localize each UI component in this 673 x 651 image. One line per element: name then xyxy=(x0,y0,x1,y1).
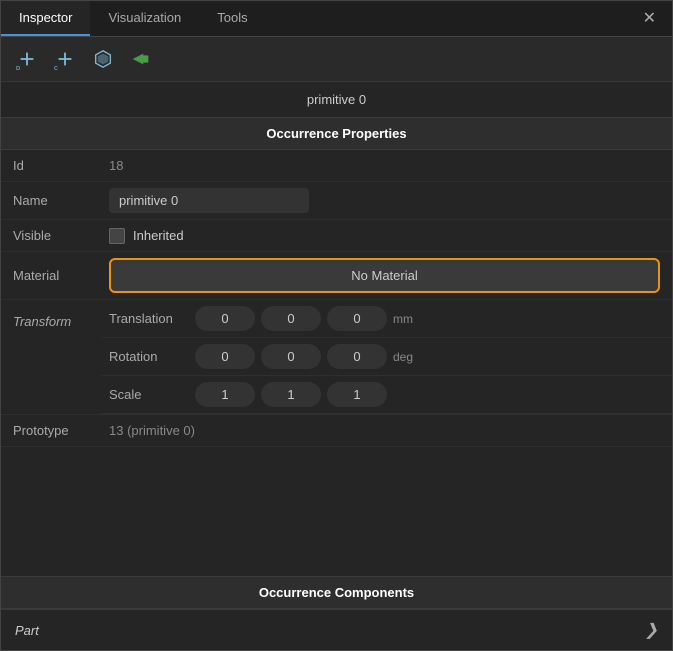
scale-y-input[interactable] xyxy=(261,382,321,407)
visible-checkbox[interactable] xyxy=(109,228,125,244)
rotation-y-input[interactable] xyxy=(261,344,321,369)
translation-label: Translation xyxy=(109,311,189,326)
rotation-row: Rotation deg xyxy=(101,338,672,376)
id-value: 18 xyxy=(101,150,672,182)
scale-row: Scale xyxy=(101,376,672,414)
scale-z-input[interactable] xyxy=(327,382,387,407)
name-input[interactable] xyxy=(109,188,309,213)
translation-unit: mm xyxy=(393,312,423,326)
part-arrow-icon: ❯ xyxy=(645,620,658,640)
inherited-label: Inherited xyxy=(133,228,184,243)
close-button[interactable]: ✕ xyxy=(637,9,662,29)
material-row: Material No Material xyxy=(1,252,672,300)
tab-tools[interactable]: Tools xyxy=(199,1,265,36)
properties-table: Id 18 Name Visible Inherited xyxy=(1,150,672,447)
translation-x-input[interactable] xyxy=(195,306,255,331)
prototype-value: 13 (primitive 0) xyxy=(101,415,672,447)
id-label: Id xyxy=(1,150,101,182)
occurrence-components-header: Occurrence Components xyxy=(1,576,672,609)
prototype-label: Prototype xyxy=(1,415,101,447)
material-value: No Material xyxy=(101,252,672,300)
add-component-button[interactable]: c xyxy=(49,43,81,75)
svg-text:c: c xyxy=(54,63,58,70)
tab-bar: Inspector Visualization Tools ✕ xyxy=(1,1,672,37)
primitive-title: primitive 0 xyxy=(1,82,672,117)
visible-value: Inherited xyxy=(101,220,672,252)
name-label: Name xyxy=(1,182,101,220)
visible-row: Visible Inherited xyxy=(1,220,672,252)
scale-x-input[interactable] xyxy=(195,382,255,407)
svg-text:p: p xyxy=(16,63,20,70)
transform-row: Transform Translation mm Rotation xyxy=(1,300,672,415)
name-row: Name xyxy=(1,182,672,220)
tab-inspector[interactable]: Inspector xyxy=(1,1,90,36)
occurrence-properties-header: Occurrence Properties xyxy=(1,117,672,150)
translation-y-input[interactable] xyxy=(261,306,321,331)
content-area: primitive 0 Occurrence Properties Id 18 … xyxy=(1,82,672,650)
scale-label: Scale xyxy=(109,387,189,402)
id-row: Id 18 xyxy=(1,150,672,182)
material-label: Material xyxy=(1,252,101,300)
translation-row: Translation mm xyxy=(101,300,672,338)
rotation-x-input[interactable] xyxy=(195,344,255,369)
rotation-unit: deg xyxy=(393,350,423,364)
toolbar: p c xyxy=(1,37,672,82)
prototype-row: Prototype 13 (primitive 0) xyxy=(1,415,672,447)
rotation-label: Rotation xyxy=(109,349,189,364)
part-label: Part xyxy=(15,623,39,638)
transform-label: Transform xyxy=(1,300,101,415)
spacer xyxy=(1,447,672,576)
visible-label: Visible xyxy=(1,220,101,252)
material-button[interactable]: No Material xyxy=(109,258,660,293)
transform-value: Translation mm Rotation deg xyxy=(101,300,672,415)
name-value xyxy=(101,182,672,220)
inspector-window: Inspector Visualization Tools ✕ p c xyxy=(0,0,673,651)
part-row[interactable]: Part ❯ xyxy=(1,609,672,650)
navigate-button[interactable] xyxy=(125,43,157,75)
add-primitive-button[interactable]: p xyxy=(11,43,43,75)
tab-visualization[interactable]: Visualization xyxy=(90,1,199,36)
visible-checkbox-row: Inherited xyxy=(109,228,664,244)
translation-z-input[interactable] xyxy=(327,306,387,331)
rotation-z-input[interactable] xyxy=(327,344,387,369)
hex-button[interactable] xyxy=(87,43,119,75)
